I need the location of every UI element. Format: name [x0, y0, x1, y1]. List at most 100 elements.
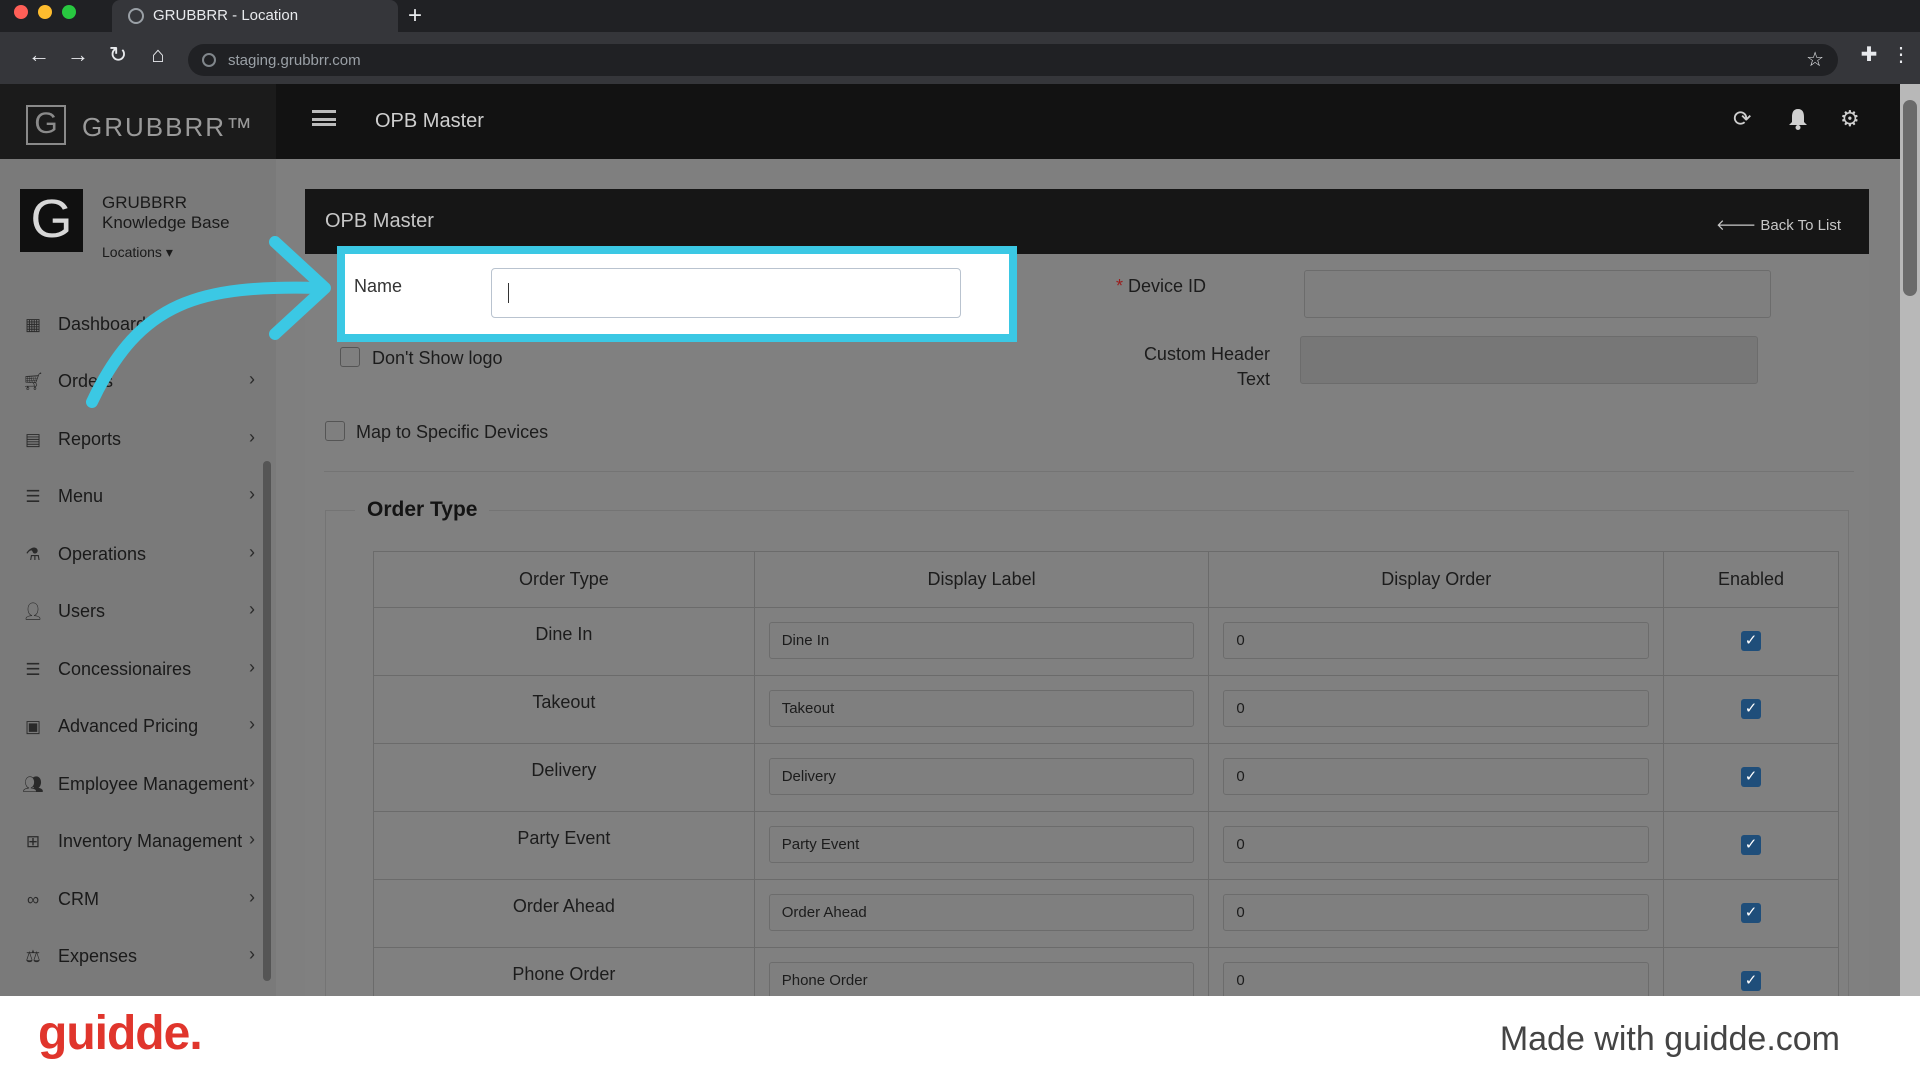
enabled-checkbox[interactable]: ✓: [1741, 971, 1762, 991]
address-bar[interactable]: staging.grubbrr.com ☆: [188, 44, 1838, 76]
list-icon: ☰: [25, 660, 41, 679]
display-label-input[interactable]: Dine In: [768, 622, 1195, 659]
chevron-right-icon: ›: [249, 542, 255, 562]
enabled-cell: ✓: [1663, 811, 1839, 880]
users-icon: 👥︎: [22, 775, 44, 794]
chevron-right-icon: ›: [249, 829, 255, 849]
display-label-input[interactable]: Party Event: [768, 826, 1195, 863]
org-avatar: G: [20, 189, 83, 252]
money-icon: ▣: [24, 717, 42, 736]
locations-dropdown[interactable]: Locations ▾: [102, 244, 173, 261]
sidebar-item-dashboard[interactable]: ▦ Dashboard: [0, 305, 265, 345]
sidebar: G GRUBBRR Knowledge Base Locations ▾ ▦ D…: [0, 159, 276, 996]
close-window-button[interactable]: [14, 5, 28, 19]
display-label-cell: Delivery: [753, 743, 1210, 812]
page-scrollbar-thumb[interactable]: [1903, 100, 1917, 296]
table-row: Order Ahead Order Ahead 0 ✓: [373, 879, 1839, 948]
display-label-input[interactable]: Delivery: [768, 758, 1195, 795]
brand-bar: G GRUBBRR™: [0, 84, 276, 159]
sidebar-item-employee-management[interactable]: 👥︎ Employee Management ›: [0, 765, 265, 805]
enabled-checkbox[interactable]: ✓: [1741, 767, 1762, 787]
display-order-input[interactable]: 0: [1223, 758, 1650, 795]
enabled-checkbox[interactable]: ✓: [1741, 835, 1762, 855]
site-info-icon[interactable]: [202, 53, 216, 67]
bookmark-star-icon[interactable]: ☆: [1806, 47, 1824, 72]
name-input[interactable]: [491, 268, 961, 318]
display-order-input[interactable]: 0: [1223, 894, 1650, 931]
browser-menu-icon[interactable]: ⋮: [1886, 42, 1916, 67]
home-icon[interactable]: ⌂: [143, 42, 173, 68]
dont-show-logo-checkbox[interactable]: [340, 347, 360, 367]
sidebar-item-concessionaires[interactable]: ☰ Concessionaires ›: [0, 650, 265, 690]
display-label-cell: Takeout: [753, 675, 1210, 744]
display-order-input[interactable]: 0: [1223, 690, 1650, 727]
sidebar-item-inventory-management[interactable]: ⊞ Inventory Management ›: [0, 822, 265, 862]
user-add-icon: 👤︎: [22, 602, 44, 621]
column-header-enabled: Enabled: [1663, 551, 1839, 608]
forward-arrow-icon[interactable]: →: [63, 42, 93, 68]
back-to-list-label: Back To List: [1760, 217, 1841, 234]
sidebar-item-label: CRM: [58, 889, 99, 909]
custom-header-text-input[interactable]: [1300, 336, 1758, 384]
display-label-input[interactable]: Phone Order: [768, 962, 1195, 999]
map-specific-devices-checkbox[interactable]: [325, 421, 345, 441]
sidebar-item-label: Operations: [58, 544, 147, 564]
required-marker: *: [1116, 276, 1124, 296]
sidebar-item-orders[interactable]: 🛒︎ Orders ›: [0, 362, 265, 402]
browser-toolbar: ← → ↻ ⌂ staging.grubbrr.com ☆ ✚ ⋮: [0, 32, 1920, 84]
back-to-list-link[interactable]: 🡐 Back To List: [1716, 215, 1841, 234]
enabled-checkbox[interactable]: ✓: [1741, 903, 1762, 923]
device-id-input[interactable]: [1304, 270, 1771, 318]
display-order-cell: 0: [1208, 879, 1665, 948]
sidebar-item-expenses[interactable]: ⚖ Expenses ›: [0, 937, 265, 977]
refresh-icon[interactable]: ⟳: [1733, 106, 1751, 132]
sidebar-item-users[interactable]: 👤︎ Users ›: [0, 592, 265, 632]
extensions-icon[interactable]: ✚: [1854, 42, 1884, 67]
sidebar-item-label: Inventory Management: [58, 831, 243, 851]
hamburger-menu-icon[interactable]: [312, 110, 336, 126]
maximize-window-button[interactable]: [62, 5, 76, 19]
tab-title: GRUBBRR - Location: [153, 7, 299, 24]
enabled-checkbox[interactable]: ✓: [1741, 631, 1762, 651]
text-caret: [508, 283, 509, 303]
display-label-cell: Order Ahead: [753, 879, 1210, 948]
sidebar-item-menu[interactable]: ☰ Menu ›: [0, 477, 265, 517]
brand-name[interactable]: GRUBBRR™: [82, 112, 254, 143]
display-order-input[interactable]: 0: [1223, 826, 1650, 863]
table-row: Takeout Takeout 0 ✓: [373, 675, 1839, 744]
browser-tab[interactable]: GRUBBRR - Location: [112, 0, 398, 32]
link-icon: ∞: [26, 890, 40, 909]
reload-icon[interactable]: ↻: [103, 42, 133, 68]
display-label-cell: Party Event: [753, 811, 1210, 880]
minimize-window-button[interactable]: [38, 5, 52, 19]
sidebar-item-label: Menu: [58, 486, 104, 506]
bell-icon[interactable]: [1788, 108, 1808, 136]
display-label-input[interactable]: Takeout: [768, 690, 1195, 727]
enabled-checkbox[interactable]: ✓: [1741, 699, 1762, 719]
sidebar-item-reports[interactable]: ▤ Reports ›: [0, 420, 265, 460]
sidebar-item-label: Advanced Pricing: [58, 716, 199, 736]
sidebar-item-advanced-pricing[interactable]: ▣ Advanced Pricing ›: [0, 707, 265, 747]
sidebar-scrollbar[interactable]: [263, 461, 271, 981]
display-order-input[interactable]: 0: [1223, 962, 1650, 999]
map-specific-devices-label: Map to Specific Devices: [356, 422, 549, 442]
chevron-right-icon: ›: [249, 944, 255, 964]
org-name: GRUBBRR Knowledge Base: [102, 193, 230, 232]
display-order-input[interactable]: 0: [1223, 622, 1650, 659]
enabled-cell: ✓: [1663, 879, 1839, 948]
gear-icon[interactable]: ⚙: [1840, 106, 1860, 132]
brand-logo-icon[interactable]: G: [26, 105, 66, 145]
table-row: Party Event Party Event 0 ✓: [373, 811, 1839, 880]
custom-header-text-label: Custom Header Text: [1090, 342, 1270, 392]
sidebar-item-operations[interactable]: ⚗ Operations ›: [0, 535, 265, 575]
back-arrow-icon[interactable]: ←: [24, 42, 54, 68]
name-field-highlight: Name: [337, 246, 1017, 342]
display-order-cell: 0: [1208, 743, 1665, 812]
url-text: staging.grubbrr.com: [228, 52, 361, 69]
sidebar-item-crm[interactable]: ∞ CRM ›: [0, 880, 265, 920]
new-tab-button[interactable]: +: [408, 2, 422, 30]
display-label-input[interactable]: Order Ahead: [768, 894, 1195, 931]
browser-tab-bar: GRUBBRR - Location +: [0, 0, 1920, 32]
footer-credit: Made with guidde.com: [1499, 1020, 1840, 1058]
order-type-legend: Order Type: [355, 498, 490, 522]
